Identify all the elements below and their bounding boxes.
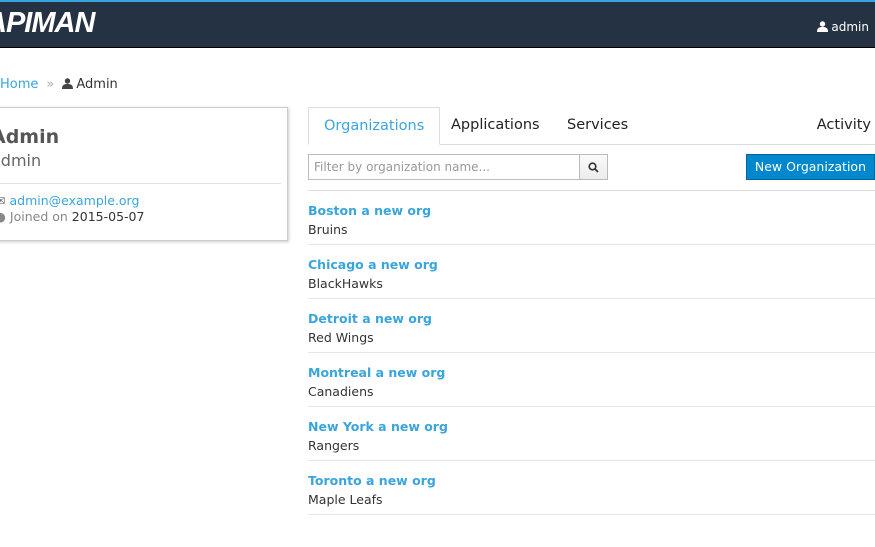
tab-services[interactable]: Services bbox=[552, 107, 643, 145]
org-link[interactable]: Chicago a new org bbox=[308, 257, 875, 272]
username: admin bbox=[831, 20, 869, 34]
tab-bar: Organizations Applications Services Acti… bbox=[308, 107, 875, 145]
user-menu[interactable]: admin bbox=[816, 20, 869, 34]
organization-list: Boston a new org Bruins Chicago a new org… bbox=[308, 191, 875, 515]
org-link[interactable]: New York a new org bbox=[308, 419, 875, 434]
org-link[interactable]: Detroit a new org bbox=[308, 311, 875, 326]
clock-icon: ● bbox=[0, 209, 6, 224]
organization-filter-input[interactable] bbox=[308, 154, 580, 180]
org-link[interactable]: Boston a new org bbox=[308, 203, 875, 218]
top-navbar: APIMAN admin bbox=[0, 0, 875, 48]
tab-organizations[interactable]: Organizations bbox=[308, 107, 441, 145]
tab-applications[interactable]: Applications bbox=[436, 107, 555, 145]
divider bbox=[0, 183, 281, 184]
breadcrumb-separator: » bbox=[46, 77, 55, 92]
profile-email[interactable]: admin@example.org bbox=[9, 193, 139, 208]
new-organization-button[interactable]: New Organization bbox=[745, 154, 875, 180]
apiman-logo[interactable]: APIMAN bbox=[0, 7, 95, 40]
profile-username: admin bbox=[0, 151, 42, 170]
org-description: Rangers bbox=[308, 438, 360, 453]
search-button[interactable] bbox=[579, 154, 608, 180]
joined-label: Joined on bbox=[9, 209, 68, 224]
profile-name: Admin bbox=[0, 126, 60, 148]
list-item: Boston a new org Bruins bbox=[308, 191, 875, 245]
tab-activity[interactable]: Activity bbox=[802, 107, 875, 145]
list-item: New York a new org Rangers bbox=[308, 407, 875, 461]
org-description: Maple Leafs bbox=[308, 492, 383, 507]
org-description: Canadiens bbox=[308, 384, 374, 399]
list-item: Detroit a new org Red Wings bbox=[308, 299, 875, 353]
search-icon bbox=[588, 161, 599, 173]
joined-date: 2015-05-07 bbox=[71, 209, 145, 224]
user-icon bbox=[816, 21, 828, 32]
breadcrumb-home[interactable]: Home bbox=[0, 77, 38, 92]
list-item: Toronto a new org Maple Leafs bbox=[308, 461, 875, 515]
envelope-icon: ✉ bbox=[0, 193, 6, 208]
user-icon bbox=[62, 78, 74, 89]
list-item: Chicago a new org BlackHawks bbox=[308, 245, 875, 299]
org-description: Red Wings bbox=[308, 330, 374, 345]
breadcrumb-current: Admin bbox=[76, 77, 118, 92]
org-description: BlackHawks bbox=[308, 276, 383, 291]
org-link[interactable]: Montreal a new org bbox=[308, 365, 875, 380]
breadcrumb: Home » Admin bbox=[0, 77, 118, 92]
org-link[interactable]: Toronto a new org bbox=[308, 473, 875, 488]
org-description: Bruins bbox=[308, 222, 348, 237]
list-item: Montreal a new org Canadiens bbox=[308, 353, 875, 407]
profile-card: Admin admin ✉ admin@example.org ● Joined… bbox=[0, 107, 288, 241]
